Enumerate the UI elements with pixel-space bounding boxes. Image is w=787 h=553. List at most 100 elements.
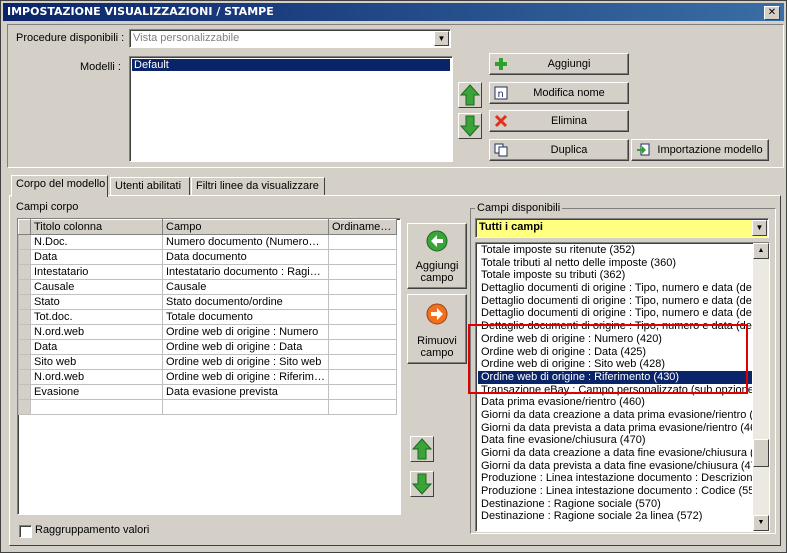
column-header[interactable]: Ordiname… xyxy=(328,219,397,235)
chevron-down-icon[interactable]: ▼ xyxy=(752,220,767,236)
table-cell[interactable] xyxy=(328,384,397,400)
tab-filtri-linee[interactable]: Filtri linee da visualizzare xyxy=(191,177,325,196)
list-item[interactable]: Produzione : Linea intestazione document… xyxy=(478,485,752,498)
table-cell[interactable] xyxy=(328,264,397,280)
tab-utenti-abilitati[interactable]: Utenti abilitati xyxy=(110,177,190,196)
list-item[interactable]: Ordine web di origine : Numero (420) xyxy=(478,333,752,346)
table-cell[interactable] xyxy=(328,399,397,415)
table-cell[interactable]: Stato documento/ordine xyxy=(162,294,329,310)
list-item[interactable]: Data fine evasione/chiusura (470) xyxy=(478,434,752,447)
list-item[interactable]: Totale imposte su ritenute (352) xyxy=(478,244,752,257)
list-item[interactable]: Ordine web di origine : Data (425) xyxy=(478,346,752,359)
row-header[interactable] xyxy=(18,369,31,385)
table-cell[interactable]: Causale xyxy=(30,279,163,295)
table-cell[interactable] xyxy=(162,399,329,415)
list-item[interactable]: Totale imposte su tributi (362) xyxy=(478,269,752,282)
table-cell[interactable]: Totale documento xyxy=(162,309,329,325)
duplicate-model-button[interactable]: Duplica xyxy=(489,139,629,161)
list-item[interactable]: Dettaglio documenti di origine : Tipo, n… xyxy=(478,282,752,295)
list-item[interactable]: Data prima evasione/rientro (460) xyxy=(478,396,752,409)
table-cell[interactable]: Data xyxy=(30,339,163,355)
column-header[interactable]: Titolo colonna xyxy=(30,219,163,235)
scroll-down-button[interactable]: ▼ xyxy=(753,515,769,531)
table-cell[interactable] xyxy=(328,294,397,310)
list-item[interactable]: Giorni da data creazione a data prima ev… xyxy=(478,409,752,422)
table-row[interactable]: Intestatario Intestatario documento : Rag… xyxy=(18,264,397,280)
field-filter-select[interactable]: Tutti i campi ▼ xyxy=(475,218,769,238)
table-cell[interactable] xyxy=(328,339,397,355)
row-header[interactable] xyxy=(18,294,31,310)
table-cell[interactable]: N.ord.web xyxy=(30,324,163,340)
table-cell[interactable]: N.ord.web xyxy=(30,369,163,385)
table-row[interactable] xyxy=(18,399,397,415)
list-item[interactable]: Dettaglio documenti di origine : Tipo, n… xyxy=(478,295,752,308)
list-item[interactable]: Transazione eBay : Campo personalizzato … xyxy=(478,384,752,397)
row-header[interactable] xyxy=(18,384,31,400)
row-header[interactable] xyxy=(18,324,31,340)
modello-item[interactable]: Default xyxy=(132,59,450,71)
list-item[interactable]: Destinazione : Ragione sociale 2a linea … xyxy=(478,510,752,523)
add-model-button[interactable]: Aggiungi xyxy=(489,53,629,75)
remove-field-button[interactable]: Rimuovi campo xyxy=(407,294,467,364)
scroll-thumb[interactable] xyxy=(753,439,769,467)
table-cell[interactable]: Ordine web di origine : Sito web xyxy=(162,354,329,370)
table-row[interactable]: Stato Stato documento/ordine xyxy=(18,294,397,310)
row-header[interactable] xyxy=(18,279,31,295)
close-button[interactable]: ✕ xyxy=(764,6,780,20)
row-header[interactable] xyxy=(18,309,31,325)
table-row[interactable]: N.ord.web Ordine web di origine : Riferim… xyxy=(18,369,397,385)
list-item[interactable]: Giorni da data prevista a data prima eva… xyxy=(478,422,752,435)
table-cell[interactable]: Causale xyxy=(162,279,329,295)
row-header[interactable] xyxy=(18,249,31,265)
add-field-button[interactable]: Aggiungi campo xyxy=(407,223,467,289)
scroll-up-button[interactable]: ▲ xyxy=(753,243,769,259)
rename-model-button[interactable]: n Modifica nome xyxy=(489,82,629,104)
row-header[interactable] xyxy=(18,339,31,355)
table-cell[interactable] xyxy=(30,399,163,415)
fields-scrollbar[interactable]: ▲ ▼ xyxy=(753,243,769,531)
table-row[interactable]: Sito web Ordine web di origine : Sito web xyxy=(18,354,397,370)
table-row[interactable]: Tot.doc. Totale documento xyxy=(18,309,397,325)
table-cell[interactable]: Intestatario xyxy=(30,264,163,280)
list-item[interactable]: Dettaglio documenti di origine : Tipo, n… xyxy=(478,320,752,333)
raggruppamento-checkbox[interactable] xyxy=(19,525,32,538)
list-item[interactable]: Ordine web di origine : Riferimento (430… xyxy=(478,370,752,384)
list-item[interactable]: Dettaglio documenti di origine : Tipo, n… xyxy=(478,307,752,320)
move-model-down-button[interactable] xyxy=(458,113,482,139)
table-cell[interactable]: Ordine web di origine : Data xyxy=(162,339,329,355)
table-cell[interactable]: Data evasione prevista xyxy=(162,384,329,400)
table-cell[interactable] xyxy=(328,369,397,385)
table-cell[interactable] xyxy=(328,354,397,370)
row-header[interactable] xyxy=(18,354,31,370)
delete-model-button[interactable]: Elimina xyxy=(489,110,629,132)
table-cell[interactable]: Sito web xyxy=(30,354,163,370)
table-row[interactable]: Causale Causale xyxy=(18,279,397,295)
row-header[interactable] xyxy=(18,399,31,415)
table-cell[interactable] xyxy=(328,324,397,340)
table-cell[interactable]: N.Doc. xyxy=(30,234,163,250)
table-row[interactable]: Data Data documento xyxy=(18,249,397,265)
import-model-button[interactable]: Importazione modello xyxy=(631,139,769,161)
table-row[interactable]: N.ord.web Ordine web di origine : Numero xyxy=(18,324,397,340)
table-row[interactable]: Evasione Data evasione prevista xyxy=(18,384,397,400)
table-cell[interactable] xyxy=(328,309,397,325)
move-field-up-button[interactable] xyxy=(410,436,434,462)
table-cell[interactable]: Ordine web di origine : Riferim… xyxy=(162,369,329,385)
row-header[interactable] xyxy=(18,264,31,280)
list-item[interactable]: Produzione : Linea intestazione document… xyxy=(478,472,752,485)
table-cell[interactable] xyxy=(328,234,397,250)
tab-corpo-modello[interactable]: Corpo del modello xyxy=(11,175,108,197)
table-cell[interactable]: Numero documento (Numero+… xyxy=(162,234,329,250)
list-item[interactable]: Destinazione : Ragione sociale (570) xyxy=(478,498,752,511)
column-header[interactable]: Campo xyxy=(162,219,329,235)
list-item[interactable]: Ordine web di origine : Sito web (428) xyxy=(478,358,752,371)
list-item[interactable]: Giorni da data prevista a data fine evas… xyxy=(478,460,752,473)
campi-corpo-grid[interactable]: Titolo colonna Campo Ordiname… N.Doc. Numer… xyxy=(17,218,401,515)
table-row[interactable]: Data Ordine web di origine : Data xyxy=(18,339,397,355)
procedure-select[interactable]: Vista personalizzabile ▼ xyxy=(129,29,451,48)
chevron-down-icon[interactable]: ▼ xyxy=(434,31,449,46)
modelli-list[interactable]: Default xyxy=(129,56,453,162)
table-cell[interactable]: Data xyxy=(30,249,163,265)
campi-disponibili-list[interactable]: Totale imposte su ritenute (352) Totale t… xyxy=(475,242,770,532)
move-model-up-button[interactable] xyxy=(458,82,482,108)
